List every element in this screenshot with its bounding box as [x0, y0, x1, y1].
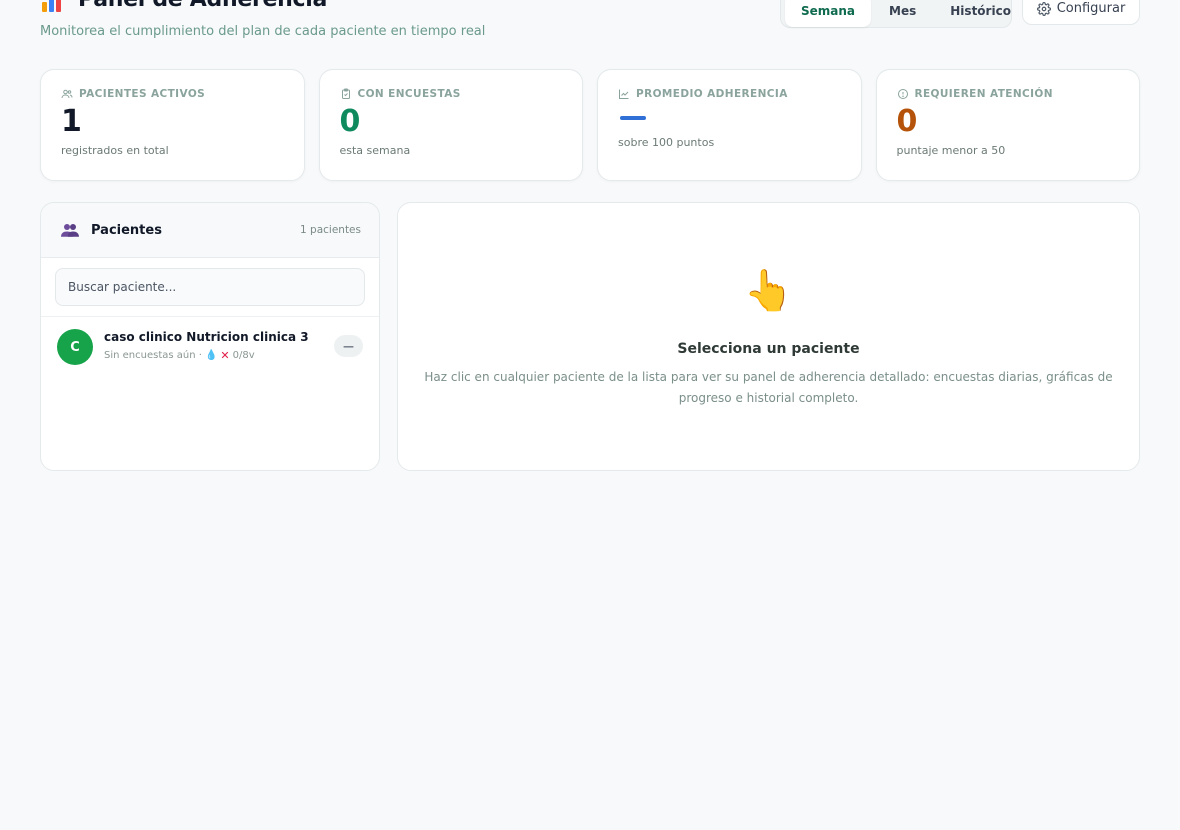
patient-meta: Sin encuestas aún · 💧 ✕ 0/8v [104, 349, 309, 362]
stat-value-empty-dash [620, 116, 646, 120]
patients-title: Pacientes [91, 222, 162, 238]
stat-label: PACIENTES ACTIVOS [79, 88, 206, 100]
page-subtitle: Monitorea el cumplimiento del plan de ca… [40, 24, 486, 39]
stat-sub: sobre 100 puntos [618, 136, 715, 149]
alert-circle-icon [897, 89, 908, 99]
stat-card-active-patients: PACIENTES ACTIVOS 1 registrados en total [40, 69, 305, 181]
stat-sub: puntaje menor a 50 [896, 144, 1006, 157]
stat-label: PROMEDIO ADHERENCIA [636, 88, 788, 100]
pointing-hand-icon: 👆 [743, 268, 794, 314]
stats-row: PACIENTES ACTIVOS 1 registrados en total… [40, 69, 1140, 181]
page-header: Panel de Adherencia Monitorea el cumplim… [40, 0, 1140, 46]
patients-count: 1 pacientes [300, 224, 361, 236]
water-drop-icon: 💧 [204, 350, 218, 361]
range-month-button[interactable]: Mes [873, 0, 932, 27]
stat-label: CON ENCUESTAS [357, 88, 461, 100]
empty-state-title: Selecciona un paciente [677, 341, 860, 357]
configure-button[interactable]: Configurar [1022, 0, 1140, 25]
patient-water-count: 0/8v [232, 350, 255, 361]
range-toggle: Semana Mes Histórico [780, 0, 1012, 28]
stat-card-need-attention: REQUIEREN ATENCIÓN 0 puntaje menor a 50 [875, 69, 1140, 181]
score-badge: — [334, 335, 363, 357]
patient-search-input[interactable] [55, 268, 365, 306]
patients-panel-header: Pacientes 1 pacientes [41, 203, 379, 258]
stat-value: 0 [896, 104, 918, 139]
patient-survey-status: Sin encuestas aún · [104, 350, 202, 361]
stat-sub: registrados en total [61, 144, 169, 157]
stat-card-with-surveys: CON ENCUESTAS 0 esta semana [318, 69, 583, 181]
bar-chart-icon [42, 0, 64, 12]
chart-line-icon [619, 89, 629, 99]
stat-card-average-adherence: PROMEDIO ADHERENCIA sobre 100 puntos [597, 69, 862, 181]
patient-list-item[interactable]: C caso clinico Nutricion clinica 3 Sin e… [41, 317, 379, 377]
stat-sub: esta semana [339, 144, 411, 157]
stat-value: 1 [61, 104, 82, 139]
patient-name: caso clinico Nutricion clinica 3 [104, 330, 309, 344]
avatar: C [57, 329, 93, 365]
patients-panel: Pacientes 1 pacientes C caso clinico Nut… [40, 202, 380, 471]
people-icon [61, 224, 79, 237]
stat-label: REQUIEREN ATENCIÓN [914, 88, 1053, 100]
patient-detail-panel: 👆 Selecciona un paciente Haz clic en cua… [397, 202, 1140, 471]
gear-icon [1036, 1, 1051, 16]
cross-mark-icon: ✕ [220, 349, 230, 362]
range-week-button[interactable]: Semana [785, 0, 872, 27]
empty-state-text: Haz clic en cualquier paciente de la lis… [424, 370, 1113, 405]
stat-value: 0 [339, 104, 361, 139]
configure-label: Configurar [1056, 1, 1126, 16]
range-history-button[interactable]: Histórico [934, 0, 1027, 27]
clipboard-icon [341, 88, 350, 99]
page-title: Panel de Adherencia [78, 0, 327, 12]
users-icon [61, 89, 73, 99]
